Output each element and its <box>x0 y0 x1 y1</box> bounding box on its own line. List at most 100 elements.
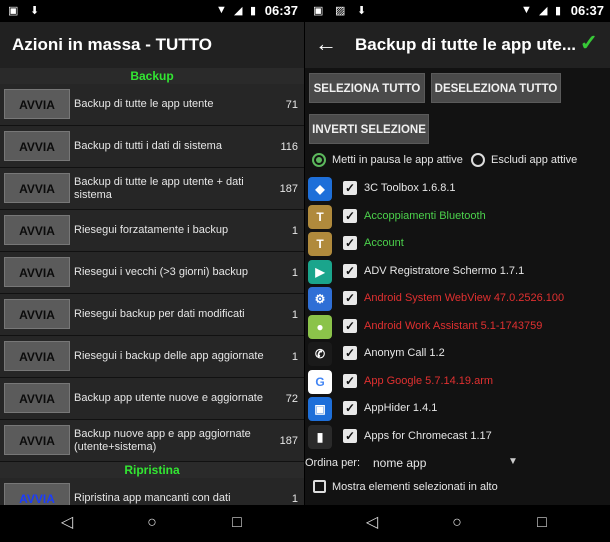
app-count: 116 <box>280 140 298 153</box>
run-button[interactable]: AVVIA <box>4 341 70 371</box>
titanium-icon: T <box>308 232 332 256</box>
action-row: AVVIA Backup di tutte le app utente 71 <box>0 84 304 126</box>
app-list-item[interactable]: ▮ ✓ Apps for Chromecast 1.17 <box>305 423 610 451</box>
app-name: Android Work Assistant 5.1-1743759 <box>364 319 543 332</box>
recents-nav-icon[interactable]: □ <box>227 514 247 532</box>
run-button[interactable]: AVVIA <box>4 89 70 119</box>
signal-icon: ◢ <box>539 5 548 17</box>
app-count: 187 <box>279 182 298 195</box>
app-checkbox[interactable]: ✓ <box>343 208 357 223</box>
section-backup: Backup <box>0 68 304 84</box>
action-row: AVVIA Backup app utente nuove e aggiornat… <box>0 378 304 420</box>
page-title-right: Backup di tutte le app ute... <box>355 35 577 54</box>
run-button[interactable]: AVVIA <box>4 173 70 203</box>
download-icon: ⬇ <box>357 5 367 17</box>
invert-selection-button[interactable]: INVERTI SELEZIONE <box>309 114 429 144</box>
action-label: Riesegui backup per dati modificati <box>74 308 245 320</box>
run-button[interactable]: AVVIA <box>4 131 70 161</box>
home-nav-icon[interactable]: ○ <box>447 514 467 532</box>
app-list-item[interactable]: ◆ ✓ 3C Toolbox 1.6.8.1 <box>305 175 610 203</box>
toolbox-icon: ◆ <box>308 177 332 201</box>
recents-nav-icon[interactable]: □ <box>532 514 552 532</box>
app-list-item[interactable]: ▶ ✓ ADV Registratore Schermo 1.7.1 <box>305 258 610 286</box>
app-list-item[interactable]: T ✓ Accoppiamenti Bluetooth <box>305 203 610 231</box>
action-label: Riesegui i vecchi (>3 giorni) backup <box>74 266 248 278</box>
page-title: Azioni in massa - TUTTO <box>12 35 212 54</box>
app-name: ADV Registratore Schermo 1.7.1 <box>364 264 525 277</box>
app-checkbox[interactable]: ✓ <box>343 291 357 305</box>
action-label: Backup di tutte le app utente + dati sis… <box>74 175 244 201</box>
run-button[interactable]: AVVIA <box>4 299 70 329</box>
app-name: App Google 5.7.14.19.arm <box>364 374 494 387</box>
dropdown-arrow-icon[interactable]: ▼ <box>508 456 518 467</box>
app-list: ◆ ✓ 3C Toolbox 1.6.8.1 T ✓ Accoppiamenti Blue… <box>305 175 610 450</box>
app-checkbox[interactable]: ✓ <box>343 428 357 443</box>
sort-dropdown[interactable]: nome app <box>373 456 426 470</box>
action-row: AVVIA Ripristina app mancanti con dati 1 <box>0 478 304 505</box>
app-bar-right: ← Backup di tutte le app ute... ✓ <box>305 22 610 68</box>
running-apps-options: Metti in pausa le app attive Escludi app… <box>305 150 610 172</box>
app-checkbox[interactable]: ✓ <box>343 401 357 415</box>
exclude-apps-label: Escludi app attive <box>491 154 578 166</box>
backup-selection-screen: ▣ ▨ ⬇ ▼ ◢ ▮ 06:37 ← Backup di tutte le a… <box>305 0 610 505</box>
app-list-item[interactable]: ▣ ✓ AppHider 1.4.1 <box>305 395 610 423</box>
action-label: Backup di tutti i dati di sistema <box>74 140 222 152</box>
back-nav-icon[interactable]: ◁ <box>362 514 382 532</box>
signal-icon: ◢ <box>234 5 243 17</box>
chromecast-icon: ▮ <box>308 424 332 449</box>
run-button[interactable]: AVVIA <box>4 215 70 245</box>
app-name: AppHider 1.4.1 <box>364 402 438 414</box>
wifi-icon: ▼ <box>521 4 532 16</box>
run-button[interactable]: AVVIA <box>4 483 70 505</box>
app-checkbox[interactable]: ✓ <box>343 236 357 250</box>
select-all-button[interactable]: SELEZIONA TUTTO <box>309 73 425 103</box>
deselect-all-button[interactable]: DESELEZIONA TUTTO <box>431 73 561 103</box>
pause-apps-radio[interactable] <box>312 153 326 167</box>
app-checkbox[interactable]: ✓ <box>343 373 357 388</box>
run-button[interactable]: AVVIA <box>4 383 70 413</box>
phone-icon: ✆ <box>308 342 332 366</box>
status-time-right: 06:37 <box>570 3 604 18</box>
run-button[interactable]: AVVIA <box>4 257 70 287</box>
show-selected-checkbox[interactable] <box>313 480 326 493</box>
home-nav-icon[interactable]: ○ <box>142 514 162 532</box>
gear-icon: ⚙ <box>308 287 332 311</box>
app-list-item[interactable]: ✆ ✓ Anonym Call 1.2 <box>305 340 610 368</box>
backup-rows: AVVIA Backup di tutte le app utente 71 AVVI… <box>0 84 304 462</box>
run-button[interactable]: AVVIA <box>4 425 70 455</box>
app-count: 1 <box>291 224 298 237</box>
app-checkbox[interactable]: ✓ <box>343 263 357 278</box>
google-icon: G <box>308 369 332 394</box>
exclude-apps-radio[interactable] <box>471 153 485 167</box>
app-checkbox[interactable]: ✓ <box>343 181 357 195</box>
apphider-icon: ▣ <box>308 397 332 421</box>
show-selected-label: Mostra elementi selezionati in alto <box>332 481 498 493</box>
app-list-item[interactable]: ⚙ ✓ Android System WebView 47.0.2526.100 <box>305 285 610 313</box>
action-row: AVVIA Backup di tutte le app utente + dat… <box>0 168 304 210</box>
status-time: 06:37 <box>264 3 298 18</box>
app-list-item[interactable]: ● ✓ Android Work Assistant 5.1-1743759 <box>305 313 610 341</box>
app-count: 72 <box>285 392 298 405</box>
app-count: 1 <box>291 308 298 321</box>
back-arrow-icon[interactable]: ← <box>315 31 337 57</box>
action-row: AVVIA Riesegui backup per dati modificati… <box>0 294 304 336</box>
action-list: Backup AVVIA Backup di tutte le app utent… <box>0 68 304 505</box>
back-nav-icon[interactable]: ◁ <box>57 514 77 532</box>
action-label: Riesegui i backup delle app aggiornate <box>74 350 264 362</box>
sort-row: Ordina per: nome app ▼ <box>305 452 610 474</box>
status-bar: ▣ ⬇ ▼ ◢ ▮ 06:37 <box>0 0 304 22</box>
section-restore: Ripristina <box>0 462 304 478</box>
battery-icon: ▮ <box>555 5 562 17</box>
restore-rows: AVVIA Ripristina app mancanti con dati 1 <box>0 478 304 505</box>
action-label: Ripristina app mancanti con dati <box>74 492 231 504</box>
action-row: AVVIA Riesegui i vecchi (>3 giorni) backu… <box>0 252 304 294</box>
app-checkbox[interactable]: ✓ <box>343 346 357 360</box>
app-list-item[interactable]: G ✓ App Google 5.7.14.19.arm <box>305 368 610 396</box>
app-count: 1 <box>291 350 298 363</box>
app-list-item[interactable]: T ✓ Account <box>305 230 610 258</box>
pause-apps-label: Metti in pausa le app attive <box>332 154 463 166</box>
action-label: Backup nuove app e app aggiornate (utent… <box>74 427 251 453</box>
app-count: 187 <box>279 434 298 447</box>
confirm-check-icon[interactable]: ✓ <box>580 30 598 56</box>
app-checkbox[interactable]: ✓ <box>343 318 357 333</box>
